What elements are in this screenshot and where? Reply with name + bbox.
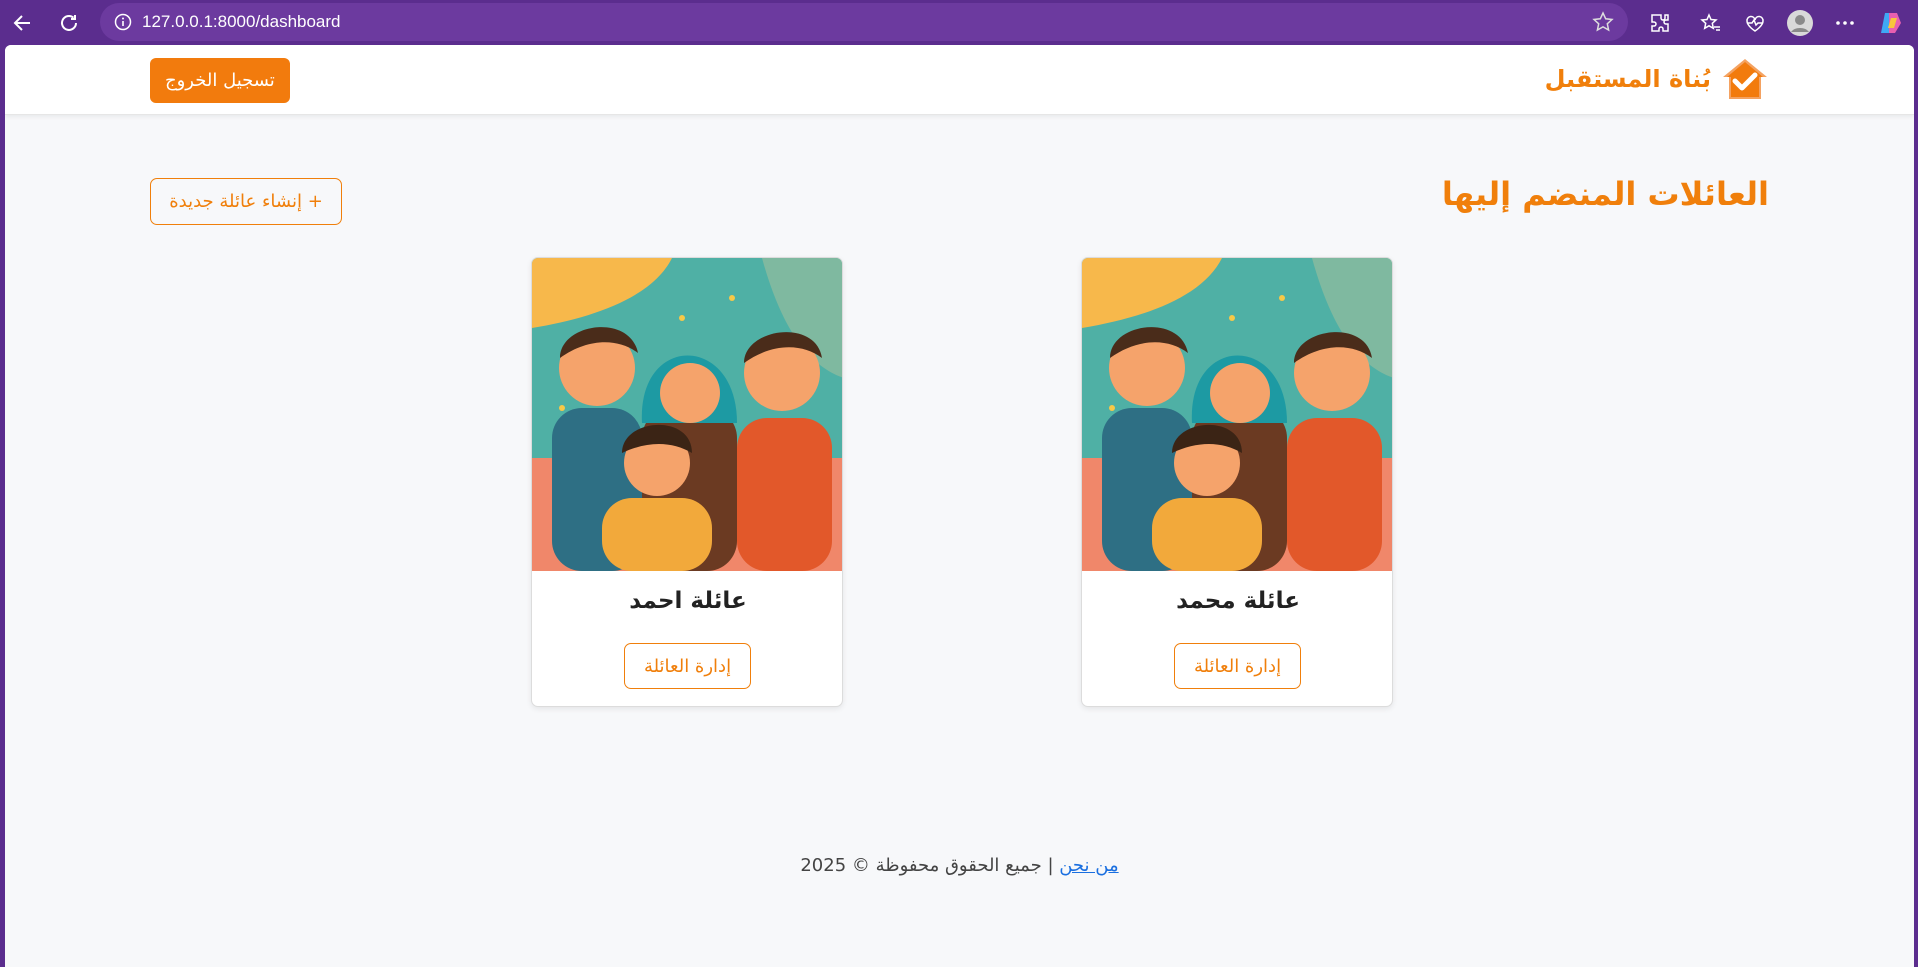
url-text: 127.0.0.1:8000/dashboard [142,12,341,31]
reload-icon[interactable] [52,6,86,40]
page-viewport: بُناة المستقبل تسجيل الخروج العائلات الم… [5,45,1914,967]
profile-icon[interactable] [1785,8,1815,38]
family-card: عائلة احمد إدارة العائلة [531,257,843,707]
favorites-icon[interactable] [1696,8,1726,38]
brand-name: بُناة المستقبل [1544,65,1711,93]
site-header: بُناة المستقبل تسجيل الخروج [5,45,1914,115]
favorite-star-icon[interactable] [1592,11,1614,33]
page-title: العائلات المنضم إليها [1441,175,1769,213]
manage-family-button[interactable]: إدارة العائلة [624,643,751,689]
family-card: عائلة محمد إدارة العائلة [1081,257,1393,707]
family-illustration [532,258,842,571]
health-icon[interactable] [1740,8,1770,38]
family-illustration [1082,258,1392,571]
brand[interactable]: بُناة المستقبل [1545,57,1769,101]
info-icon[interactable] [114,13,132,31]
family-name: عائلة احمد [629,588,747,614]
address-bar[interactable]: 127.0.0.1:8000/dashboard [100,3,1628,41]
browser-toolbar: 127.0.0.1:8000/dashboard [0,0,1918,45]
family-name: عائلة محمد [1176,588,1300,614]
create-family-button[interactable]: + إنشاء عائلة جديدة [150,178,342,225]
copilot-icon[interactable] [1876,8,1906,38]
back-icon[interactable] [6,6,40,40]
logout-button[interactable]: تسجيل الخروج [150,58,290,103]
home-check-icon [1723,59,1767,99]
footer: من نحن | جميع الحقوق محفوظة © 2025 [5,855,1914,876]
footer-separator: | [1041,855,1060,876]
more-icon[interactable] [1830,8,1860,38]
extensions-icon[interactable] [1645,8,1675,38]
manage-family-button[interactable]: إدارة العائلة [1174,643,1301,689]
about-link[interactable]: من نحن [1059,855,1118,876]
copyright-text: جميع الحقوق محفوظة © 2025 [800,855,1042,876]
